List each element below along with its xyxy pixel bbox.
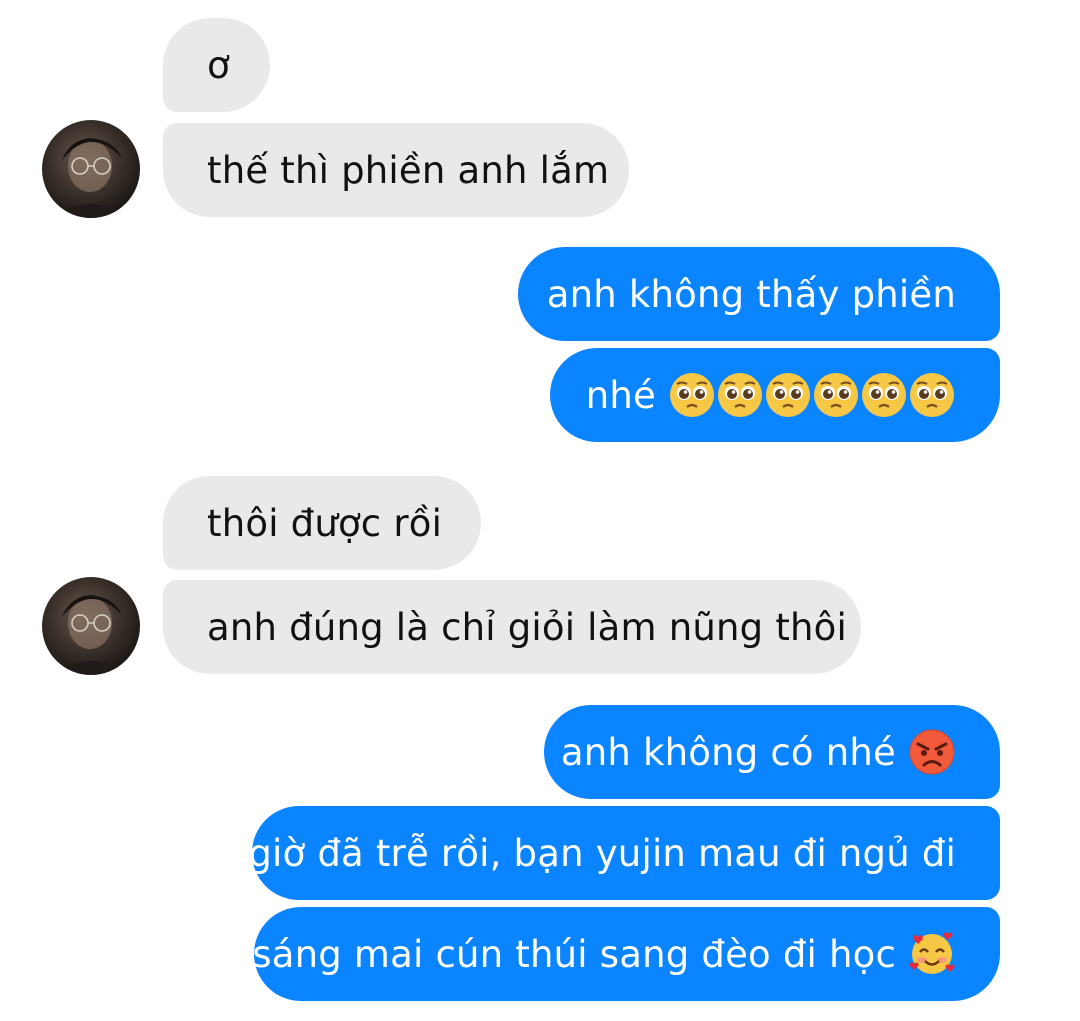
message-text: thế thì phiền anh lắm <box>207 148 610 192</box>
pleading-face-icon <box>716 371 764 419</box>
message-text: anh không có nhé <box>560 730 896 774</box>
pleading-face-icon <box>668 371 716 419</box>
pleading-face-icon <box>908 371 956 419</box>
pleading-face-icon <box>764 371 812 419</box>
message-text: ơ <box>207 43 230 87</box>
incoming-message-bubble[interactable]: anh đúng là chỉ giỏi làm nũng thôi <box>163 580 861 674</box>
emoji-row <box>668 371 956 419</box>
message-text: thôi được rồi <box>207 501 443 545</box>
avatar-photo <box>42 120 140 218</box>
angry-face-icon <box>908 728 956 776</box>
incoming-message-bubble[interactable]: thế thì phiền anh lắm <box>163 123 629 217</box>
message-text: anh không thấy phiền <box>546 272 956 316</box>
outgoing-message-bubble[interactable]: sáng mai cún thúi sang đèo đi học <box>252 907 1000 1001</box>
message-text: nhé <box>585 373 656 417</box>
pleading-face-icon <box>860 371 908 419</box>
message-text: anh đúng là chỉ giỏi làm nũng thôi <box>207 605 847 649</box>
contact-avatar[interactable] <box>42 577 140 675</box>
incoming-message-bubble[interactable]: thôi được rồi <box>163 476 481 570</box>
outgoing-message-bubble[interactable]: anh không có nhé <box>544 705 1000 799</box>
smiling-face-with-hearts-icon <box>908 930 956 978</box>
message-text: giờ đã trễ rồi, bạn yujin mau đi ngủ đi <box>248 831 956 875</box>
outgoing-message-bubble[interactable]: anh không thấy phiền <box>518 247 1000 341</box>
contact-avatar[interactable] <box>42 120 140 218</box>
pleading-face-icon <box>812 371 860 419</box>
outgoing-message-bubble[interactable]: nhé <box>550 348 1000 442</box>
chat-thread: ơ thế thì phiền anh lắm anh không thấy p… <box>0 0 1080 1021</box>
outgoing-message-bubble[interactable]: giờ đã trễ rồi, bạn yujin mau đi ngủ đi <box>248 806 1000 900</box>
message-text: sáng mai cún thúi sang đèo đi học <box>252 932 896 976</box>
avatar-photo <box>42 577 140 675</box>
incoming-message-bubble[interactable]: ơ <box>163 18 270 112</box>
